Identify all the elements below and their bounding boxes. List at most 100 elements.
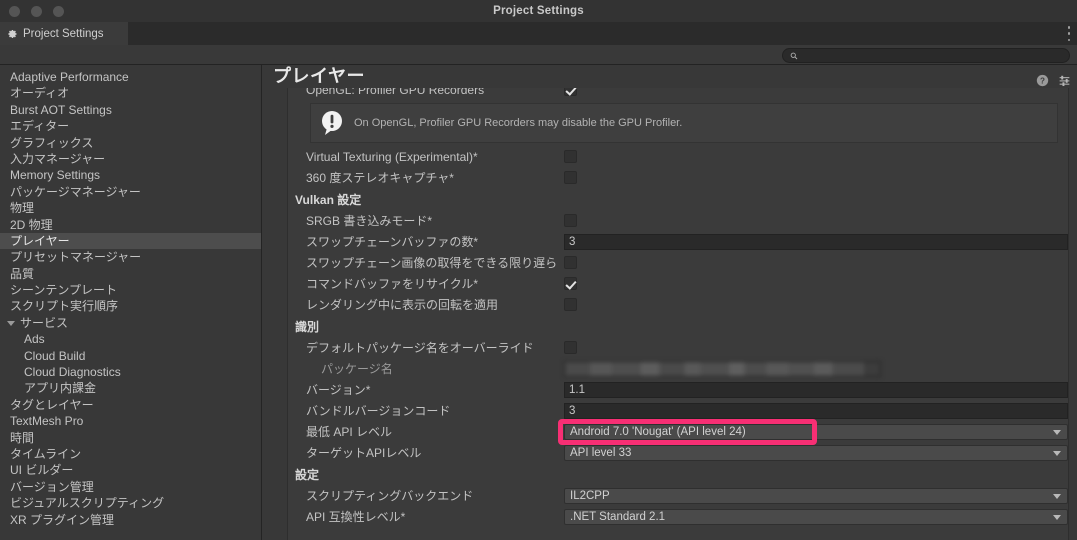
- sidebar-item-label: エディター: [10, 119, 70, 134]
- setting-row-override-default-package-name: デフォルトパッケージ名をオーバーライド: [288, 337, 1068, 358]
- sidebar-item-9[interactable]: 2D 物理: [0, 217, 261, 233]
- setting-row-version: バージョン* 1.1: [288, 379, 1068, 400]
- project-settings-window: Project Settings Project Settings Adapti…: [0, 0, 1077, 540]
- sidebar-item-8[interactable]: 物理: [0, 200, 261, 216]
- sidebar-item-12[interactable]: 品質: [0, 266, 261, 282]
- sidebar-item-11[interactable]: プリセットマネージャー: [0, 249, 261, 265]
- svg-text:?: ?: [1040, 76, 1045, 85]
- tab-label: Project Settings: [23, 27, 104, 40]
- sidebar-item-label: 品質: [10, 266, 35, 281]
- sidebar-item-17[interactable]: Cloud Build: [0, 348, 261, 364]
- settings-scroll-panel: OpenGL: Profiler GPU Recorders On OpenGL,…: [287, 88, 1069, 540]
- sidebar-item-label: TextMesh Pro: [10, 414, 84, 429]
- page-header: プレイヤー ?: [263, 65, 1077, 88]
- preset-settings-icon[interactable]: [1058, 74, 1071, 87]
- checkbox-srgb-write-mode[interactable]: [564, 214, 577, 227]
- text-field-package-name[interactable]: [564, 360, 881, 377]
- dropdown-scripting-backend[interactable]: IL2CPP: [564, 487, 1068, 504]
- sidebar-item-18[interactable]: Cloud Diagnostics: [0, 364, 261, 380]
- sidebar-item-7[interactable]: パッケージマネージャー: [0, 184, 261, 200]
- checkbox-override-default-package-name[interactable]: [564, 341, 577, 354]
- setting-label-api-compatibility-level: API 互換性レベル*: [306, 510, 406, 524]
- checkbox-apply-display-rotation[interactable]: [564, 298, 577, 311]
- setting-row-swapchain-buffer-count: スワップチェーンバッファの数* 3: [288, 231, 1068, 252]
- sidebar-item-27[interactable]: XR プラグイン管理: [0, 512, 261, 528]
- dropdown-value: .NET Standard 2.1: [570, 510, 666, 523]
- dropdown-value: API level 33: [570, 446, 632, 459]
- dropdown-target-api-level[interactable]: API level 33: [564, 444, 1068, 461]
- dropdown-api-compatibility-level[interactable]: .NET Standard 2.1: [564, 508, 1068, 525]
- sidebar-item-19[interactable]: アプリ内課金: [0, 380, 261, 396]
- setting-label-apply-display-rotation: レンダリング中に表示の回転を適用: [306, 298, 499, 312]
- search-box[interactable]: [782, 48, 1070, 63]
- sidebar-item-label: プリセットマネージャー: [10, 250, 142, 265]
- sidebar-item-23[interactable]: タイムライン: [0, 446, 261, 462]
- setting-row-virtual-texturing: Virtual Texturing (Experimental)*: [288, 146, 1068, 167]
- sidebar-item-0[interactable]: Adaptive Performance: [0, 69, 261, 85]
- setting-label-virtual-texturing: Virtual Texturing (Experimental)*: [306, 149, 478, 164]
- sidebar-item-21[interactable]: TextMesh Pro: [0, 413, 261, 429]
- info-message-box: On OpenGL, Profiler GPU Recorders may di…: [310, 103, 1058, 143]
- sidebar-item-20[interactable]: タグとレイヤー: [0, 397, 261, 413]
- page-header-icons[interactable]: ?: [1036, 74, 1071, 87]
- checkbox-virtual-texturing[interactable]: [564, 150, 577, 163]
- checkbox-acquire-swapchain-late[interactable]: [564, 256, 577, 269]
- sidebar-item-26[interactable]: ビジュアルスクリプティング: [0, 495, 261, 511]
- dropdown-value: Android 7.0 'Nougat' (API level 24): [570, 425, 746, 438]
- sidebar-item-2[interactable]: Burst AOT Settings: [0, 102, 261, 118]
- search-icon: [790, 52, 798, 59]
- sidebar-item-15[interactable]: サービス: [0, 315, 261, 331]
- expand-triangle-icon[interactable]: [7, 320, 15, 326]
- section-header-configuration: 設定: [288, 463, 1068, 485]
- text-field-version[interactable]: 1.1: [564, 381, 1068, 398]
- sidebar-item-3[interactable]: エディター: [0, 118, 261, 134]
- sidebar-item-label: UI ビルダー: [10, 463, 74, 478]
- text-field-bundle-version-code[interactable]: 3: [564, 402, 1068, 419]
- setting-label-scripting-backend: スクリプティングバックエンド: [306, 489, 474, 503]
- sidebar-item-24[interactable]: UI ビルダー: [0, 462, 261, 478]
- window-title-bar: Project Settings: [0, 0, 1077, 22]
- checkbox-stereo-360-capture[interactable]: [564, 171, 577, 184]
- section-header-label: 設定: [295, 467, 320, 482]
- sidebar-item-label: Burst AOT Settings: [10, 102, 112, 117]
- kebab-menu-icon[interactable]: [1067, 26, 1071, 41]
- gear-icon: [8, 29, 17, 38]
- tab-project-settings[interactable]: Project Settings: [0, 22, 128, 45]
- search-input[interactable]: [802, 50, 1052, 61]
- sidebar-item-14[interactable]: スクリプト実行順序: [0, 298, 261, 314]
- sidebar-item-22[interactable]: 時間: [0, 430, 261, 446]
- field-value: 3: [569, 235, 576, 248]
- dropdown-value: IL2CPP: [570, 489, 610, 502]
- sidebar-item-5[interactable]: 入力マネージャー: [0, 151, 261, 167]
- sidebar-item-label: Ads: [24, 332, 45, 347]
- dropdown-minimum-api-level[interactable]: Android 7.0 'Nougat' (API level 24): [564, 423, 1068, 440]
- help-icon[interactable]: ?: [1036, 74, 1049, 87]
- sidebar-item-label: バージョン管理: [10, 479, 94, 494]
- settings-content-pane: プレイヤー ? OpenGL: Profiler GPU Recorders On…: [263, 65, 1077, 540]
- sidebar-item-4[interactable]: グラフィックス: [0, 135, 261, 151]
- checkbox-opengl-profiler-gpu-recorders[interactable]: [564, 88, 577, 96]
- chevron-down-icon: [1053, 514, 1061, 520]
- setting-row-apply-display-rotation: レンダリング中に表示の回転を適用: [288, 294, 1068, 315]
- sidebar-item-25[interactable]: バージョン管理: [0, 479, 261, 495]
- sidebar-item-label: 入力マネージャー: [10, 151, 106, 166]
- sidebar-item-1[interactable]: オーディオ: [0, 85, 261, 101]
- sidebar-item-label: Adaptive Performance: [10, 70, 129, 84]
- sidebar-item-6[interactable]: Memory Settings: [0, 167, 261, 183]
- sidebar-item-10[interactable]: プレイヤー: [0, 232, 261, 250]
- sidebar-item-13[interactable]: シーンテンプレート: [0, 282, 261, 298]
- checkbox-recycle-command-buffers[interactable]: [564, 277, 577, 290]
- sidebar-item-label: 物理: [10, 201, 35, 216]
- text-field-swapchain-buffer-count[interactable]: 3: [564, 233, 1068, 250]
- setting-row-bundle-version-code: バンドルバージョンコード 3: [288, 400, 1068, 421]
- setting-label-target-api-level: ターゲットAPIレベル: [306, 446, 422, 460]
- sidebar-item-16[interactable]: Ads: [0, 331, 261, 347]
- setting-label-bundle-version-code: バンドルバージョンコード: [306, 404, 451, 418]
- setting-label-package-name: パッケージ名: [321, 362, 393, 376]
- sidebar-item-label: シーンテンプレート: [10, 283, 118, 298]
- sidebar-item-label: オーディオ: [10, 86, 70, 101]
- setting-row-acquire-swapchain-late: スワップチェーン画像の取得をできる限り遅ら: [288, 252, 1068, 273]
- field-value: 3: [569, 404, 576, 417]
- settings-category-sidebar[interactable]: Adaptive Performance オーディオ Burst AOT Setti…: [0, 65, 262, 540]
- section-header-vulkan-settings: Vulkan 設定: [288, 188, 1068, 210]
